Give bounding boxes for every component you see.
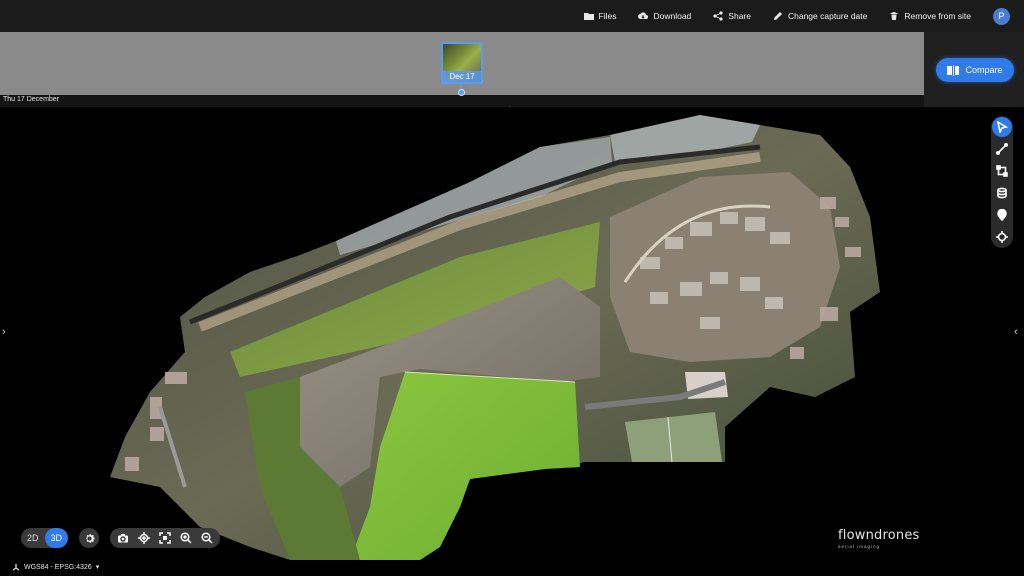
change-capture-date-label: Change capture date xyxy=(787,11,868,21)
share-button[interactable]: Share xyxy=(713,11,751,21)
compare-icon xyxy=(947,64,960,76)
select-pointer-icon xyxy=(996,121,1008,133)
fit-extent-button[interactable] xyxy=(156,529,174,547)
location-pin-icon xyxy=(997,209,1007,221)
brand-logo: flowndrones aerial imaging xyxy=(838,528,922,549)
select-tool-button[interactable] xyxy=(992,117,1012,137)
zoom-in-icon xyxy=(180,532,192,544)
remove-from-site-button[interactable]: Remove from site xyxy=(889,11,971,21)
compare-label: Compare xyxy=(965,65,1003,75)
view-tools xyxy=(110,528,220,548)
cloud-download-icon xyxy=(638,12,649,20)
capture-thumbnail[interactable]: Dec 17 xyxy=(441,42,483,84)
map-viewport[interactable] xyxy=(0,107,1024,560)
timeline-marker-dot[interactable] xyxy=(458,89,465,96)
screenshot-button[interactable] xyxy=(114,529,132,547)
share-label: Share xyxy=(728,11,751,21)
fit-extent-icon xyxy=(159,532,171,544)
zoom-in-button[interactable] xyxy=(177,529,195,547)
selected-date-label: Thu 17 December xyxy=(3,96,60,103)
axes-icon xyxy=(12,564,20,571)
files-label: Files xyxy=(598,11,617,21)
chevron-right-icon[interactable]: ‹ xyxy=(1014,326,1018,338)
files-button[interactable]: Files xyxy=(583,11,617,21)
logo-text: flowndrones xyxy=(838,528,920,543)
mode-3d-button[interactable]: 3D xyxy=(44,528,68,548)
thumbnail-date-label: Dec 17 xyxy=(443,71,481,82)
remove-from-site-label: Remove from site xyxy=(904,11,971,21)
measure-area-button[interactable] xyxy=(992,161,1012,181)
crosshair-icon xyxy=(996,231,1008,243)
zoom-out-icon xyxy=(201,532,213,544)
settings-button[interactable] xyxy=(79,528,99,548)
change-capture-date-button[interactable]: Change capture date xyxy=(773,11,867,21)
view-mode-toggle[interactable]: 2D 3D xyxy=(21,528,68,548)
timeline-base xyxy=(0,95,924,107)
volume-icon xyxy=(997,187,1007,199)
zoom-out-button[interactable] xyxy=(198,529,216,547)
logo-tagline: aerial imaging xyxy=(838,544,881,549)
gear-icon xyxy=(85,533,95,543)
crs-label: WGS84 - EPSG:4326 xyxy=(24,563,92,571)
crs-selector[interactable]: WGS84 - EPSG:4326 ▾ xyxy=(12,563,99,571)
locate-button[interactable] xyxy=(135,529,153,547)
map-tools xyxy=(991,116,1013,248)
measure-line-button[interactable] xyxy=(992,139,1012,159)
chevron-left-icon[interactable]: › xyxy=(2,326,6,338)
camera-icon xyxy=(118,534,129,543)
compare-button[interactable]: Compare xyxy=(936,58,1014,82)
user-avatar[interactable]: P xyxy=(993,7,1010,25)
volume-button[interactable] xyxy=(992,183,1012,203)
folder-icon xyxy=(583,13,594,20)
pencil-icon xyxy=(773,12,782,20)
download-button[interactable]: Download xyxy=(638,11,691,21)
share-icon xyxy=(713,11,723,21)
trash-icon xyxy=(890,12,898,20)
measure-line-icon xyxy=(996,143,1008,155)
crosshair-button[interactable] xyxy=(992,227,1012,247)
top-bar: Files Download Share Change capture date… xyxy=(0,0,1024,32)
download-label: Download xyxy=(653,11,692,21)
aerial-orthomosaic xyxy=(110,115,880,560)
measure-area-icon xyxy=(996,165,1008,177)
location-pin-button[interactable] xyxy=(992,205,1012,225)
locate-icon xyxy=(138,532,151,544)
mode-2d-button[interactable]: 2D xyxy=(21,528,45,548)
chevron-down-icon: ▾ xyxy=(95,564,100,571)
